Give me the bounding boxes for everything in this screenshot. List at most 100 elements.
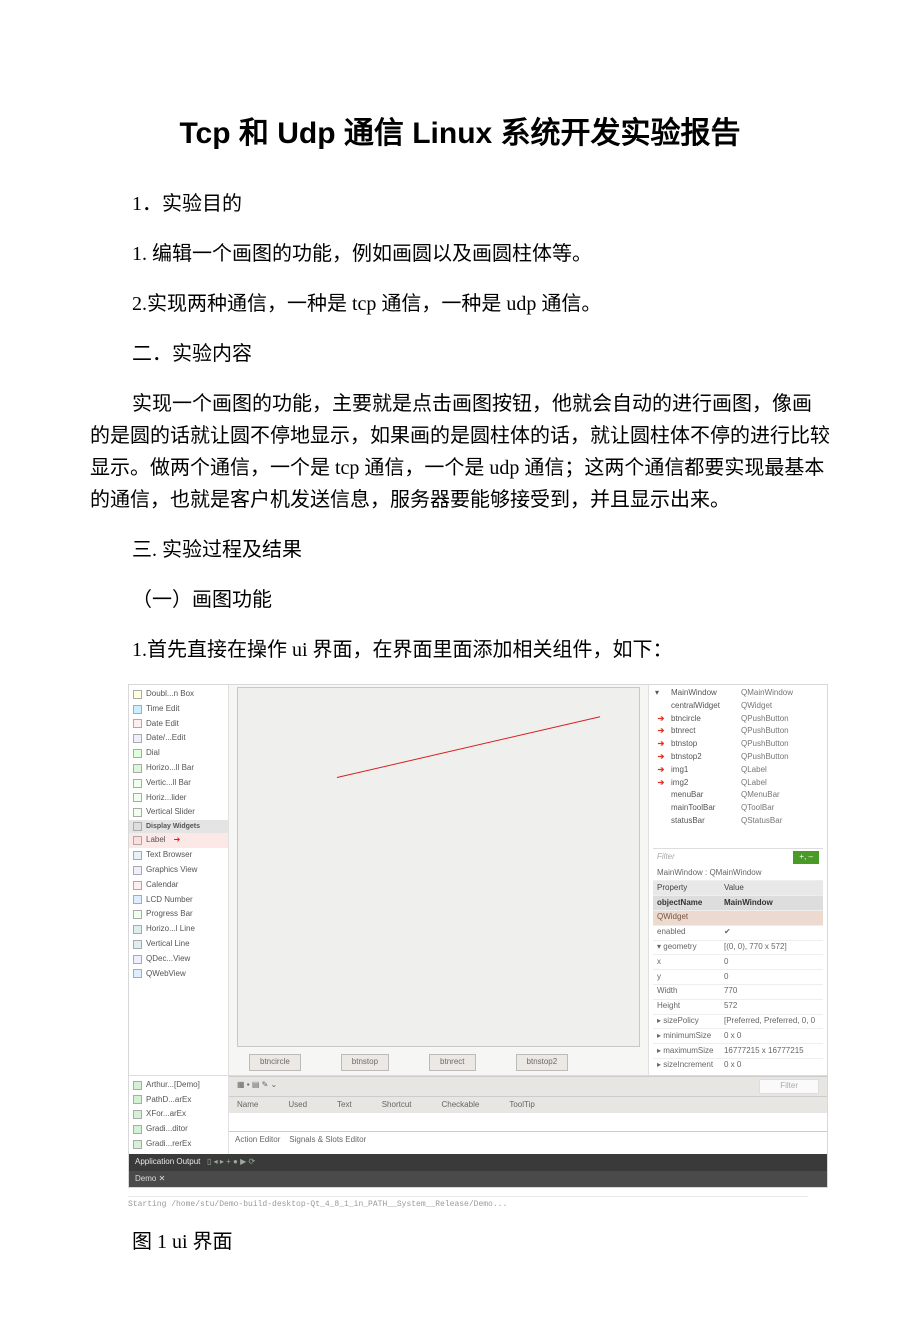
widget-item[interactable]: Horizo...ll Bar (129, 761, 228, 776)
widget-item[interactable]: QDec...View (129, 952, 228, 967)
property-value: 16777215 x 16777215 (720, 1044, 823, 1059)
widget-icon (133, 955, 142, 964)
property-value: 0 x 0 (720, 1029, 823, 1044)
toolbar-icon[interactable]: ▦ ▪ ▤ ✎ ⌄ (237, 1079, 277, 1094)
tree-row[interactable]: centralWidgetQWidget (653, 700, 823, 713)
property-name: ▸ sizeIncrement (653, 1058, 720, 1072)
section-2-header: 二．实验内容 (90, 338, 830, 370)
widget-label: Doubl...n Box (146, 688, 194, 701)
action-column-header: Text (337, 1099, 352, 1112)
widget-item[interactable]: Dial (129, 746, 228, 761)
widget-item[interactable]: Display Widgets (129, 820, 228, 833)
section-1-header: 1．实验目的 (90, 188, 830, 220)
property-row[interactable]: y0 (653, 970, 823, 985)
property-row[interactable]: QWidget (653, 910, 823, 925)
widget-label: QDec...View (146, 953, 190, 966)
red-arrow-icon: ➔ (655, 713, 667, 726)
tree-root-class: QMainWindow (741, 687, 821, 700)
widget-label: QWebView (146, 968, 186, 981)
demo-item[interactable]: PathD...arEx (129, 1093, 228, 1108)
demo-item[interactable]: XFor...arEx (129, 1107, 228, 1122)
tree-item-name: img1 (671, 764, 737, 777)
widget-item[interactable]: Doubl...n Box (129, 687, 228, 702)
tree-row[interactable]: ➔btncircleQPushButton (653, 713, 823, 726)
widget-item[interactable]: Calendar (129, 878, 228, 893)
widget-label: Text Browser (146, 849, 192, 862)
property-row[interactable]: ▸ maximumSize16777215 x 16777215 (653, 1044, 823, 1059)
btnrect-button[interactable]: btnrect (429, 1054, 475, 1071)
action-column-header: Shortcut (382, 1099, 412, 1112)
widget-item[interactable]: Progress Bar (129, 907, 228, 922)
action-column-header: Checkable (442, 1099, 480, 1112)
property-row[interactable]: x0 (653, 955, 823, 970)
widget-item[interactable]: Horiz...lider (129, 791, 228, 806)
tab-action-editor[interactable]: Action Editor (235, 1135, 280, 1144)
widget-item[interactable]: QWebView (129, 967, 228, 982)
tree-root[interactable]: MainWindow (671, 687, 737, 700)
prop-col-value: Value (720, 881, 823, 896)
filter-field[interactable]: Filter (759, 1079, 819, 1094)
tree-row[interactable]: statusBarQStatusBar (653, 815, 823, 828)
figure-caption: 图 1 ui 界面 (90, 1226, 830, 1258)
demo-item[interactable]: Gradi...rerEx (129, 1137, 228, 1152)
red-arrow-icon: ➔ (655, 764, 667, 777)
section-3-step1: 1.首先直接在操作 ui 界面，在界面里面添加相关组件，如下： (90, 634, 830, 666)
property-name: y (653, 970, 720, 985)
widget-item[interactable]: Horizo...l Line (129, 922, 228, 937)
tree-row[interactable]: ➔btnstop2QPushButton (653, 751, 823, 764)
tree-item-class: QLabel (741, 777, 821, 790)
property-row[interactable]: ▸ sizeIncrement0 x 0 (653, 1058, 823, 1072)
tree-row[interactable]: ➔btnrectQPushButton (653, 725, 823, 738)
btnstop-button[interactable]: btnstop (341, 1054, 389, 1071)
widget-icon (133, 705, 142, 714)
property-row[interactable]: objectNameMainWindow (653, 896, 823, 911)
property-row[interactable]: ▸ minimumSize0 x 0 (653, 1029, 823, 1044)
tree-row[interactable]: ➔img2QLabel (653, 777, 823, 790)
tree-item-class: QPushButton (741, 751, 821, 764)
widget-item[interactable]: Date/...Edit (129, 731, 228, 746)
btnstop2-button[interactable]: btnstop2 (516, 1054, 569, 1071)
tree-row[interactable]: menuBarQMenuBar (653, 789, 823, 802)
demo-item[interactable]: Gradi...ditor (129, 1122, 228, 1137)
property-name: objectName (653, 896, 720, 911)
widget-item[interactable]: Text Browser (129, 848, 228, 863)
section-1-item-1: 1. 编辑一个画图的功能，例如画圆以及画圆柱体等。 (90, 238, 830, 270)
demo-icon (133, 1140, 142, 1149)
demo-item[interactable]: Arthur...[Demo] (129, 1078, 228, 1093)
tree-row[interactable]: ➔btnstopQPushButton (653, 738, 823, 751)
property-row[interactable]: Width770 (653, 984, 823, 999)
btncircle-button[interactable]: btncircle (249, 1054, 301, 1071)
property-row[interactable]: ▸ sizePolicy[Preferred, Preferred, 0, 0 (653, 1014, 823, 1029)
widget-item[interactable]: Vertical Line (129, 937, 228, 952)
widget-item[interactable]: Date Edit (129, 717, 228, 732)
property-name: enabled (653, 925, 720, 940)
widget-item[interactable]: Time Edit (129, 702, 228, 717)
widget-label: Display Widgets (146, 821, 200, 832)
tree-indent (655, 700, 667, 713)
widget-label: Vertic...ll Bar (146, 777, 191, 790)
tree-item-class: QStatusBar (741, 815, 821, 828)
property-value: [Preferred, Preferred, 0, 0 (720, 1014, 823, 1029)
widget-item[interactable]: Vertic...ll Bar (129, 776, 228, 791)
section-1-item-2: 2.实现两种通信，一种是 tcp 通信，一种是 udp 通信。 (90, 288, 830, 320)
tree-row[interactable]: mainToolBarQToolBar (653, 802, 823, 815)
output-tab-demo[interactable]: Demo ✕ (135, 1173, 165, 1186)
demo-label: Gradi...ditor (146, 1123, 188, 1136)
property-name: x (653, 955, 720, 970)
widget-icon (133, 881, 142, 890)
widget-item[interactable]: Label➔ (129, 833, 228, 848)
property-row[interactable]: enabled✔ (653, 925, 823, 940)
add-remove-button[interactable]: +, – (793, 851, 819, 864)
demo-icon (133, 1125, 142, 1134)
property-row[interactable]: ▾ geometry[(0, 0), 770 x 572] (653, 940, 823, 955)
filter-input[interactable]: Filter (657, 851, 675, 864)
widget-label: Date/...Edit (146, 732, 186, 745)
widget-item[interactable]: Graphics View (129, 863, 228, 878)
widget-item[interactable]: Vertical Slider (129, 805, 228, 820)
red-arrow-icon: ➔ (655, 738, 667, 751)
tab-signals-slots[interactable]: Signals & Slots Editor (289, 1135, 366, 1144)
widget-item[interactable]: LCD Number (129, 893, 228, 908)
tree-item-class: QMenuBar (741, 789, 821, 802)
property-row[interactable]: Height572 (653, 999, 823, 1014)
tree-row[interactable]: ➔img1QLabel (653, 764, 823, 777)
